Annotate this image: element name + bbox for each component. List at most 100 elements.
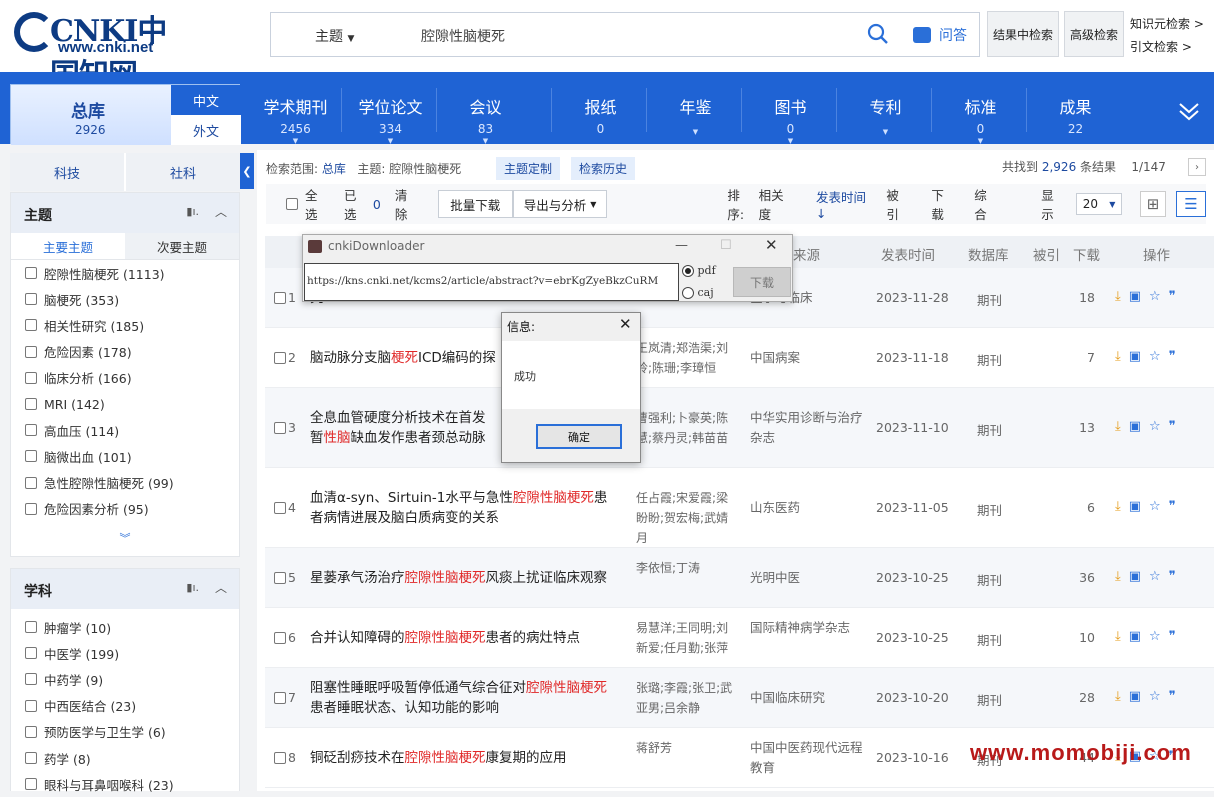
row-source[interactable]: 山东医药 <box>750 498 868 518</box>
next-page-button[interactable]: › <box>1188 158 1206 176</box>
close-icon[interactable]: ✕ <box>619 315 632 333</box>
favorite-star-icon[interactable]: ☆ <box>1149 349 1161 364</box>
filter-checkbox[interactable] <box>25 293 37 306</box>
favorite-star-icon[interactable]: ☆ <box>1149 499 1161 514</box>
cite-icon[interactable]: ❞ <box>1169 689 1176 704</box>
download-icon[interactable]: ⤓ <box>1115 689 1121 704</box>
tab-foreign[interactable]: 外文 <box>171 115 241 145</box>
filter-item[interactable]: 高血压 (114) <box>11 417 239 443</box>
batch-download-button[interactable]: 批量下载 <box>437 190 513 218</box>
row-title[interactable]: 铜砭刮痧技术在腔隙性脑梗死康复期的应用 <box>310 748 620 768</box>
row-source[interactable]: 中国中医药现代远程教育 <box>750 738 868 778</box>
row-checkbox[interactable] <box>274 352 286 364</box>
search-in-results-button[interactable]: 结果中检索 <box>987 11 1059 57</box>
row-authors[interactable]: 张璐;李霞;张卫;武亚男;吕余静 <box>636 678 736 718</box>
sort-date[interactable]: 发表时间↓ <box>816 187 876 221</box>
nav-item[interactable]: 年鉴 ▼ <box>648 94 743 136</box>
tab-chinese[interactable]: 中文 <box>171 85 241 115</box>
sort-cited[interactable]: 被引 <box>886 185 911 223</box>
html-read-icon[interactable]: ▣ <box>1129 349 1141 364</box>
favorite-star-icon[interactable]: ☆ <box>1149 569 1161 584</box>
filter-item[interactable]: 药学 (8) <box>11 745 239 771</box>
filter-item[interactable]: 中药学 (9) <box>11 666 239 692</box>
grid-view-icon[interactable]: ⊞ <box>1140 191 1167 217</box>
pdf-radio[interactable] <box>682 265 694 277</box>
cite-icon[interactable]: ❞ <box>1169 289 1176 304</box>
row-source[interactable]: 中华实用诊断与治疗杂志 <box>750 408 868 448</box>
filter-item[interactable]: MRI (142) <box>11 391 239 417</box>
minimize-icon[interactable]: — <box>675 238 688 253</box>
filter-checkbox[interactable] <box>25 476 37 489</box>
row-checkbox[interactable] <box>274 292 286 304</box>
row-title[interactable]: 阻塞性睡眠呼吸暂停低通气综合征对腔隙性脑梗死患者睡眠状态、认知功能的影响 <box>310 678 620 718</box>
html-read-icon[interactable]: ▣ <box>1129 689 1141 704</box>
citation-search-link[interactable]: 引文检索 > <box>1130 38 1192 55</box>
filter-checkbox[interactable] <box>25 398 37 411</box>
row-title[interactable]: 星蒌承气汤治疗腔隙性脑梗死风痰上扰证临床观察 <box>310 568 620 588</box>
chevron-up-icon[interactable]: ︿ <box>215 203 227 220</box>
nav-item[interactable]: 标准 0 ▼ <box>933 94 1028 145</box>
sort-overall[interactable]: 综合 <box>974 185 999 223</box>
filter-item[interactable]: 中西医结合 (23) <box>11 693 239 719</box>
url-input[interactable]: https://kns.cnki.net/kcms2/article/abstr… <box>304 263 679 301</box>
col-date[interactable]: 发表时间 <box>881 244 935 264</box>
row-checkbox[interactable] <box>274 422 286 434</box>
row-source[interactable]: 光明中医 <box>750 568 868 588</box>
advanced-search-button[interactable]: 高级检索 <box>1064 11 1124 57</box>
filter-checkbox[interactable] <box>25 752 37 765</box>
expand-more-icon[interactable]: ︾ <box>11 530 239 546</box>
html-read-icon[interactable]: ▣ <box>1129 569 1141 584</box>
cite-icon[interactable]: ❞ <box>1169 349 1176 364</box>
filter-item[interactable]: 相关性研究 (185) <box>11 312 239 338</box>
scope-value[interactable]: 总库 <box>322 162 346 176</box>
pdf-option[interactable]: pdf <box>682 264 716 277</box>
filter-checkbox[interactable] <box>25 371 37 384</box>
filter-checkbox[interactable] <box>25 647 37 660</box>
filter-item[interactable]: 中医学 (199) <box>11 640 239 666</box>
filter-checkbox[interactable] <box>25 502 37 515</box>
filter-item[interactable]: 脑微出血 (101) <box>11 443 239 469</box>
filter-item[interactable]: 预防医学与卫生学 (6) <box>11 719 239 745</box>
favorite-star-icon[interactable]: ☆ <box>1149 419 1161 434</box>
row-downloads[interactable]: 18 <box>1065 290 1095 305</box>
row-checkbox[interactable] <box>274 632 286 644</box>
favorite-star-icon[interactable]: ☆ <box>1149 629 1161 644</box>
close-icon[interactable]: ✕ <box>765 236 778 254</box>
row-downloads[interactable]: 13 <box>1065 420 1095 435</box>
download-button[interactable]: 下载 <box>733 267 791 297</box>
filter-item[interactable]: 危险因素 (178) <box>11 339 239 365</box>
tab-science[interactable]: 科技 <box>10 153 124 191</box>
filter-checkbox[interactable] <box>25 778 37 791</box>
tab-main-subject[interactable]: 主要主题 <box>11 233 125 259</box>
nav-item[interactable]: 学术期刊 2456 ▼ <box>248 94 343 145</box>
download-icon[interactable]: ⤓ <box>1115 349 1121 364</box>
page-size-select[interactable]: 20 ▼ <box>1076 193 1123 215</box>
row-title[interactable]: 合并认知障碍的腔隙性脑梗死患者的病灶特点 <box>310 628 620 648</box>
cite-icon[interactable]: ❞ <box>1169 629 1176 644</box>
nav-item[interactable]: 图书 0 ▼ <box>743 94 838 145</box>
nav-item[interactable]: 成果 22 <box>1028 94 1123 136</box>
filter-checkbox[interactable] <box>25 319 37 332</box>
search-history-button[interactable]: 检索历史 <box>571 157 636 180</box>
ask-button[interactable]: 问答 <box>939 25 967 45</box>
row-authors[interactable]: 任占霞;宋爱霞;梁盼盼;贺宏梅;武婧月 <box>636 488 736 548</box>
download-icon[interactable]: ⤓ <box>1115 629 1121 644</box>
bar-chart-icon[interactable]: ▮ı. <box>186 205 199 218</box>
clear-button[interactable]: 清除 <box>395 185 420 223</box>
tab-secondary-subject[interactable]: 次要主题 <box>125 233 239 259</box>
filter-item[interactable]: 急性腔隙性脑梗死 (99) <box>11 470 239 496</box>
filter-checkbox[interactable] <box>25 345 37 358</box>
filter-checkbox[interactable] <box>25 621 37 634</box>
row-checkbox[interactable] <box>274 692 286 704</box>
row-source[interactable]: 中国临床研究 <box>750 688 868 708</box>
sort-relevance[interactable]: 相关度 <box>759 185 796 223</box>
row-authors[interactable]: 易慧洋;王同明;刘新爱;任月勤;张萍 <box>636 618 736 658</box>
cite-icon[interactable]: ❞ <box>1169 499 1176 514</box>
select-all-label[interactable]: 全选 <box>305 185 330 223</box>
row-authors[interactable]: 王岚清;郑浩渠;刘玲;陈珊;李璋恒 <box>636 338 736 378</box>
chevron-down-icon[interactable] <box>1178 100 1200 122</box>
row-title[interactable]: 血清α-syn、Sirtuin-1水平与急性腔隙性脑梗死患者病情进展及脑白质病变… <box>310 488 620 528</box>
cnki-logo[interactable]: CNKI中国知网 www.cnki.net <box>14 8 194 93</box>
filter-checkbox[interactable] <box>25 673 37 686</box>
col-cited[interactable]: 被引 <box>1033 244 1060 264</box>
